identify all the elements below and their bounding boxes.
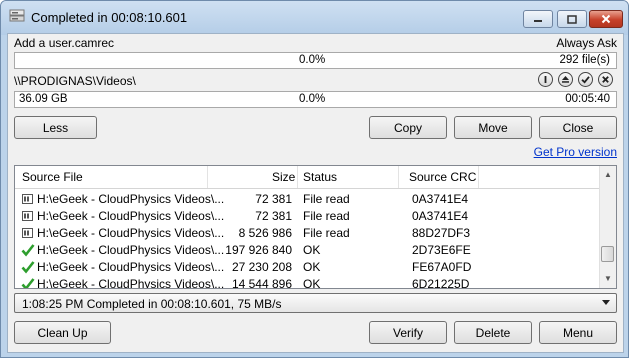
total-progress-bar: 36.09 GB 0.0% 00:05:40 (14, 91, 617, 108)
status-cell: File read (303, 226, 350, 240)
task-name-label: Add a user.camrec (14, 36, 115, 50)
app-window: Completed in 00:08:10.601 Add a user.cam… (0, 0, 629, 358)
table-header: Source File Size Status Source CRC (15, 166, 600, 189)
get-pro-link[interactable]: Get Pro version (534, 145, 617, 159)
size-cell: 14 544 896 (231, 277, 292, 289)
status-log-dropdown[interactable]: 1:08:25 PM Completed in 00:08:10.601, 75… (14, 293, 617, 313)
dropdown-arrow-icon (602, 300, 610, 305)
file-read-icon (22, 228, 33, 238)
vertical-scrollbar[interactable]: ▲ ▼ (599, 166, 616, 288)
crc-cell: 0A3741E4 (412, 192, 469, 206)
less-button[interactable]: Less (14, 116, 97, 139)
crc-cell: 2D73E6FE (412, 243, 471, 257)
menu-button[interactable]: Menu (539, 321, 617, 344)
title-bar[interactable]: Completed in 00:08:10.601 (1, 1, 628, 35)
time-remaining: 00:05:40 (565, 93, 610, 105)
eject-button[interactable] (558, 72, 573, 87)
eject-icon (562, 76, 569, 83)
status-log-text: 1:08:25 PM Completed in 00:08:10.601, 75… (22, 297, 282, 311)
check-icon (21, 278, 35, 288)
status-cell: File read (303, 209, 350, 223)
table-row[interactable]: H:\eGeek - CloudPhysics Videos\... 14 54… (15, 276, 600, 289)
size-cell: 72 381 (255, 192, 292, 206)
verify-button[interactable]: Verify (369, 321, 447, 344)
window-title: Completed in 00:08:10.601 (31, 10, 188, 25)
col-source-file[interactable]: Source File (22, 170, 83, 184)
file-progress-bar: 0.0% 292 file(s) (14, 52, 617, 69)
copy-button[interactable]: Copy (369, 116, 447, 139)
size-cell: 27 230 208 (231, 260, 292, 274)
close-window-button[interactable] (589, 10, 623, 28)
table-row[interactable]: H:\eGeek - CloudPhysics Videos\... 197 9… (15, 242, 600, 259)
column-separator[interactable] (297, 166, 298, 188)
column-separator[interactable] (478, 166, 479, 188)
table-row[interactable]: H:\eGeek - CloudPhysics Videos\... 8 526… (15, 225, 600, 242)
main-panel: Add a user.camrec Always Ask 0.0% 292 fi… (7, 33, 624, 353)
maximize-icon (567, 14, 577, 24)
size-cell: 197 926 840 (225, 243, 292, 257)
file-progress-percent: 0.0% (299, 54, 326, 66)
check-icon (21, 261, 35, 274)
file-count: 292 file(s) (559, 54, 611, 66)
file-list-table: Source File Size Status Source CRC H:\eG… (14, 165, 617, 289)
col-source-crc[interactable]: Source CRC (409, 170, 476, 184)
crc-cell: 0A3741E4 (412, 209, 469, 223)
source-file-cell: H:\eGeek - CloudPhysics Videos\... (37, 226, 225, 240)
check-icon (21, 244, 35, 257)
crc-cell: 6D21225D (412, 277, 470, 289)
check-button[interactable] (578, 72, 593, 87)
file-read-icon (22, 211, 33, 221)
status-cell: File read (303, 192, 350, 206)
source-file-cell: H:\eGeek - CloudPhysics Videos\... (37, 243, 225, 257)
minimize-icon (534, 20, 542, 22)
size-cell: 8 526 986 (238, 226, 292, 240)
clean-up-button[interactable]: Clean Up (14, 321, 111, 344)
minimize-button[interactable] (523, 10, 553, 28)
status-cell: OK (303, 277, 321, 289)
scroll-thumb[interactable] (601, 246, 614, 262)
status-cell: OK (303, 260, 321, 274)
file-read-icon (22, 194, 33, 204)
table-row[interactable]: H:\eGeek - CloudPhysics Videos\... 27 23… (15, 259, 600, 276)
checkmark-icon (581, 76, 590, 84)
crc-cell: FE67A0FD (412, 260, 472, 274)
total-progress-percent: 0.0% (299, 93, 326, 105)
ask-mode-label[interactable]: Always Ask (556, 36, 617, 50)
teracopy-app-icon (9, 9, 25, 22)
info-button[interactable] (538, 72, 553, 87)
column-separator[interactable] (207, 166, 208, 188)
column-separator[interactable] (398, 166, 399, 188)
crc-cell: 88D27DF3 (412, 226, 471, 240)
close-button[interactable]: Close (539, 116, 617, 139)
source-file-cell: H:\eGeek - CloudPhysics Videos\... (37, 192, 225, 206)
scroll-up-arrow[interactable]: ▲ (600, 166, 616, 182)
col-status[interactable]: Status (303, 170, 337, 184)
source-file-cell: H:\eGeek - CloudPhysics Videos\... (37, 277, 225, 289)
scroll-down-arrow[interactable]: ▼ (600, 270, 616, 286)
source-file-cell: H:\eGeek - CloudPhysics Videos\... (37, 260, 225, 274)
close-icon (601, 14, 611, 24)
delete-button[interactable]: Delete (454, 321, 532, 344)
move-button[interactable]: Move (454, 116, 532, 139)
total-size: 36.09 GB (19, 93, 68, 105)
destination-path: \\PRODIGNAS\Videos\ (14, 74, 136, 88)
info-icon (544, 76, 547, 83)
cancel-icon (602, 76, 609, 83)
cancel-button[interactable] (598, 72, 613, 87)
source-file-cell: H:\eGeek - CloudPhysics Videos\... (37, 209, 225, 223)
table-row[interactable]: H:\eGeek - CloudPhysics Videos\... 72 38… (15, 208, 600, 225)
status-cell: OK (303, 243, 321, 257)
maximize-button[interactable] (557, 10, 587, 28)
size-cell: 72 381 (255, 209, 292, 223)
col-size[interactable]: Size (272, 170, 295, 184)
table-row[interactable]: H:\eGeek - CloudPhysics Videos\... 72 38… (15, 191, 600, 208)
